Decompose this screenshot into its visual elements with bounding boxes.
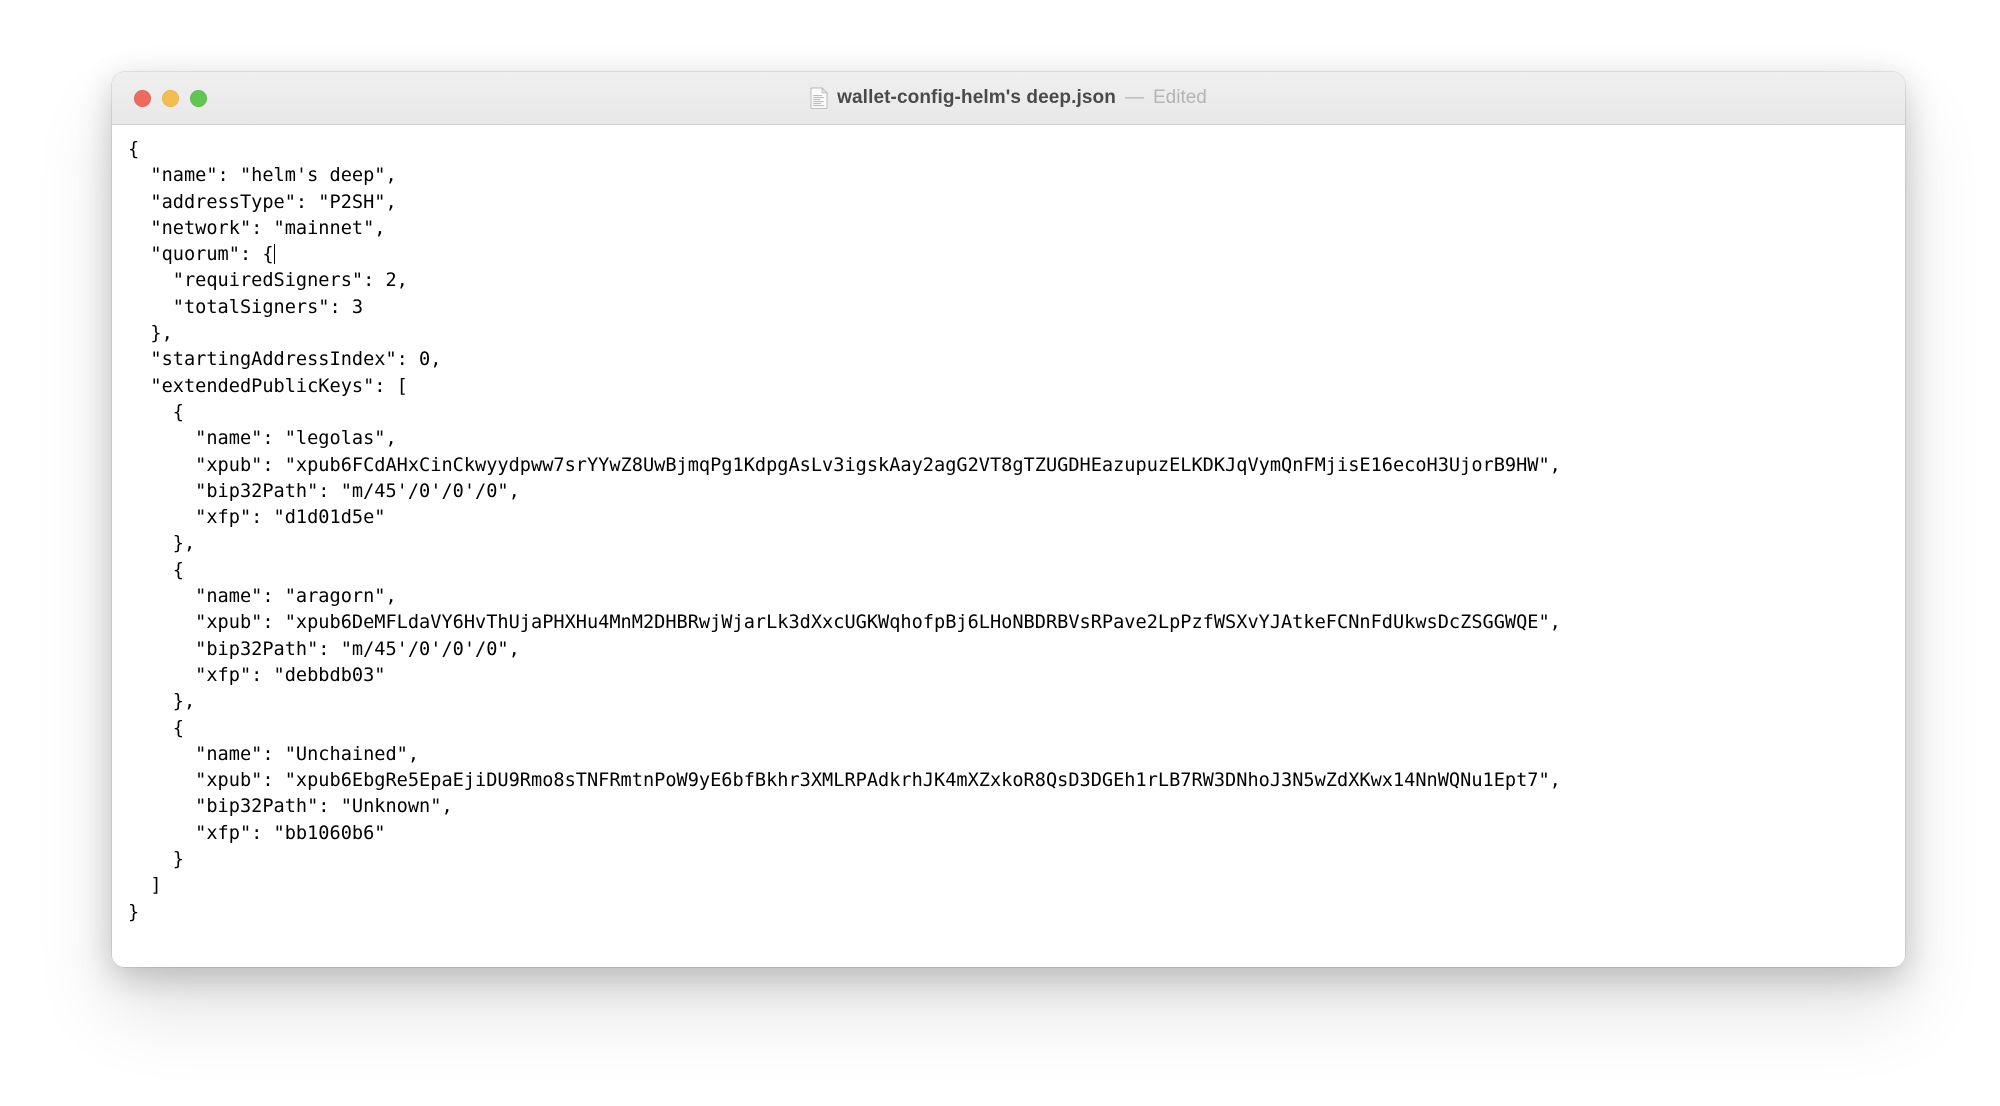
editor-area[interactable]: { "name": "helm's deep", "addressType": … [112,125,1905,967]
code-line: }, [128,691,196,713]
code-line: "xpub": "xpub6DeMFLdaVY6HvThUjaPHXHu4MnM… [128,612,1561,634]
code-line: { [128,559,184,581]
code-line: "network": "mainnet", [128,217,386,239]
code-line: }, [128,323,173,345]
code-line: { [128,401,184,423]
text-caret [273,244,276,265]
window-titlebar[interactable]: wallet-config-helm's deep.json — Edited [112,72,1905,125]
code-line: "addressType": "P2SH", [128,191,397,213]
code-line: "name": "Unchained", [128,743,420,765]
code-line: "startingAddressIndex": 0, [128,349,442,371]
window-controls [134,72,207,124]
desktop: wallet-config-helm's deep.json — Edited … [0,0,2000,1106]
code-line: { [128,717,184,739]
window-title-filename: wallet-config-helm's deep.json [837,87,1116,108]
code-line: "quorum": { [128,244,276,266]
code-line: "xpub": "xpub6EbgRe5EpaEjiDU9Rmo8sTNFRmt… [128,770,1561,792]
code-line: }, [128,533,196,555]
code-line: "xfp": "d1d01d5e" [128,507,386,529]
window-title-group: wallet-config-helm's deep.json — Edited [112,72,1905,124]
close-button[interactable] [134,89,151,107]
code-line: "bip32Path": "Unknown", [128,796,453,818]
code-line: "xfp": "debbdb03" [128,664,386,686]
code-line: "name": "legolas", [128,428,397,450]
minimize-button[interactable] [162,89,179,107]
window-title-edited-status: Edited [1152,87,1207,108]
code-line: "name": "aragorn", [128,586,397,608]
json-document-icon [810,87,829,110]
code-line: "xpub": "xpub6FCdAHxCinCkwyydpww7srYYwZ8… [128,454,1561,476]
code-line: "xfp": "bb1060b6" [128,822,386,844]
code-line: } [128,901,140,923]
code-line: "requiredSigners": 2, [128,270,408,292]
json-source-code[interactable]: { "name": "helm's deep", "addressType": … [112,137,1905,926]
maximize-button[interactable] [190,89,207,107]
code-line: ] [128,875,162,897]
code-line: } [128,849,184,871]
text-editor-window: wallet-config-helm's deep.json — Edited … [112,72,1905,967]
code-line: "extendedPublicKeys": [ [128,375,408,397]
code-line: "bip32Path": "m/45'/0'/0'/0", [128,638,520,660]
window-title-separator: — [1124,87,1144,108]
code-line: { [128,139,140,160]
code-line: "name": "helm's deep", [128,165,397,187]
code-line: "totalSigners": 3 [128,296,364,318]
code-line: "bip32Path": "m/45'/0'/0'/0", [128,480,520,502]
